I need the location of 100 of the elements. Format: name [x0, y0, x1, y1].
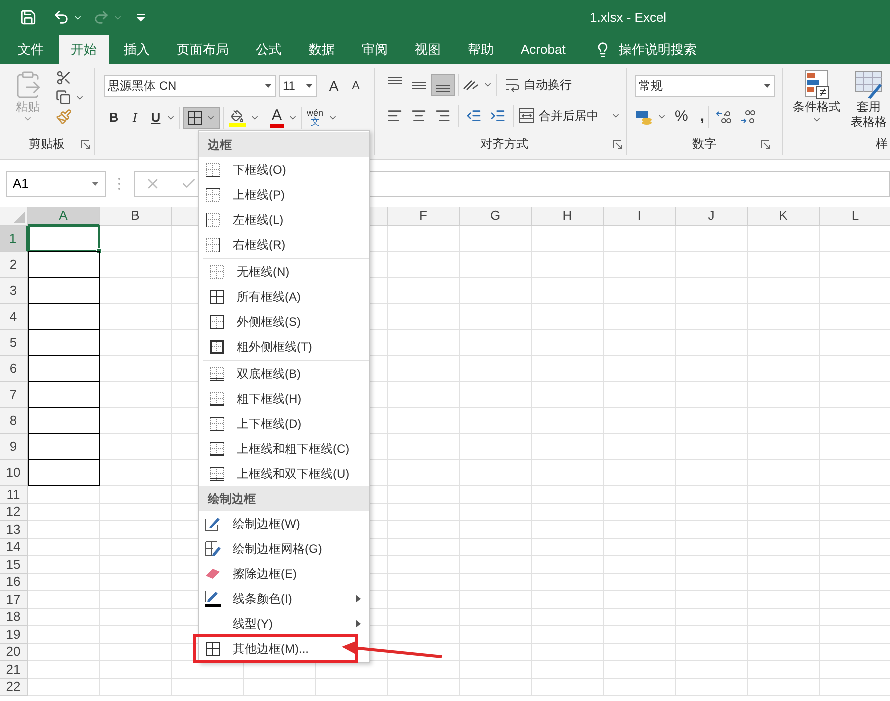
menu-item[interactable]: 绘制边框(W)	[199, 511, 369, 536]
grow-font-button[interactable]: A	[324, 76, 344, 96]
row-header[interactable]: 4	[0, 304, 28, 330]
row-header[interactable]: 20	[0, 644, 28, 661]
ribbon-tab[interactable]: 插入	[112, 35, 162, 64]
table-cell[interactable]	[28, 329, 100, 356]
align-center-icon[interactable]	[411, 108, 427, 124]
menu-item[interactable]: 上框线和双下框线(U)	[203, 461, 369, 486]
align-right-icon[interactable]	[435, 108, 451, 124]
column-header[interactable]: B	[100, 207, 172, 226]
column-header[interactable]: K	[748, 207, 820, 226]
percent-button[interactable]: %	[675, 106, 688, 128]
table-cell[interactable]	[28, 225, 100, 252]
row-header[interactable]: 9	[0, 434, 28, 460]
menu-item[interactable]: 左框线(L)	[199, 207, 369, 232]
phonetic-button[interactable]: wén 文	[307, 109, 324, 127]
menu-item[interactable]: 绘制边框网格(G)	[199, 536, 369, 561]
borders-button[interactable]	[183, 107, 220, 129]
increase-indent-icon[interactable]	[490, 108, 506, 124]
row-header[interactable]: 15	[0, 556, 28, 574]
table-cell[interactable]	[28, 459, 100, 486]
menu-item[interactable]: 上框线和粗下框线(C)	[203, 436, 369, 461]
select-all-corner-icon[interactable]	[14, 212, 25, 223]
decrease-decimal-icon[interactable]	[740, 109, 756, 125]
scissors-icon[interactable]	[56, 70, 72, 86]
column-header[interactable]: F	[388, 207, 460, 226]
row-header[interactable]: 14	[0, 538, 28, 556]
column-header[interactable]: H	[532, 207, 604, 226]
row-header[interactable]: 6	[0, 356, 28, 382]
increase-decimal-icon[interactable]	[716, 109, 732, 125]
ribbon-tab[interactable]: 视图	[403, 35, 453, 64]
row-header[interactable]: 22	[0, 678, 28, 696]
copy-icon[interactable]	[56, 90, 71, 105]
drag-handle-icon[interactable]	[118, 176, 121, 190]
customize-toolbar-icon[interactable]	[137, 14, 145, 22]
ribbon-tab[interactable]: Acrobat	[509, 35, 578, 64]
menu-item[interactable]: 上框线(P)	[199, 182, 369, 207]
table-cell[interactable]	[28, 407, 100, 434]
shrink-font-button[interactable]: A	[347, 78, 365, 94]
font-size-select[interactable]: 11	[279, 75, 317, 97]
wrap-text-button[interactable]: 自动换行	[504, 76, 572, 94]
menu-item[interactable]: 线型(Y)	[199, 611, 369, 636]
column-header[interactable]: A	[28, 207, 100, 226]
row-header[interactable]: 16	[0, 574, 28, 591]
table-cell[interactable]	[28, 277, 100, 304]
tell-me-search[interactable]: 操作说明搜索	[594, 35, 697, 64]
menu-item[interactable]: 右框线(R)	[199, 232, 369, 257]
number-format-select[interactable]: 常规	[635, 75, 775, 97]
conditional-formatting-button[interactable]: 条件格式	[793, 70, 841, 125]
table-cell[interactable]	[28, 381, 100, 408]
ribbon-tab[interactable]: 帮助	[456, 35, 506, 64]
row-header[interactable]: 1	[0, 226, 28, 252]
decrease-indent-icon[interactable]	[466, 108, 482, 124]
comma-button[interactable]: ,	[700, 106, 705, 128]
menu-item[interactable]: 下框线(O)	[199, 157, 369, 182]
menu-item[interactable]: 粗外侧框线(T)	[203, 334, 369, 359]
menu-item[interactable]: 双底框线(B)	[203, 361, 369, 386]
fill-color-icon[interactable]	[229, 110, 246, 126]
menu-item[interactable]: 擦除边框(E)	[199, 561, 369, 586]
row-header[interactable]: 12	[0, 504, 28, 521]
merge-center-button[interactable]: 合并后居中	[519, 107, 621, 125]
dialog-launcher-icon[interactable]	[81, 140, 90, 149]
dialog-launcher-icon[interactable]	[761, 140, 770, 149]
ribbon-tab[interactable]: 页面布局	[165, 35, 241, 64]
row-header[interactable]: 21	[0, 661, 28, 678]
menu-item[interactable]: 所有框线(A)	[203, 284, 369, 309]
row-header[interactable]: 17	[0, 591, 28, 608]
row-header[interactable]: 2	[0, 252, 28, 278]
undo-icon[interactable]	[53, 9, 70, 26]
row-header[interactable]: 13	[0, 521, 28, 538]
ribbon-tab[interactable]: 审阅	[350, 35, 400, 64]
column-header[interactable]: L	[820, 207, 890, 226]
row-header[interactable]: 10	[0, 460, 28, 486]
format-as-table-button[interactable]: 套用 表格格	[851, 70, 887, 130]
row-header[interactable]: 19	[0, 626, 28, 644]
column-header[interactable]: G	[460, 207, 532, 226]
table-cell[interactable]	[28, 251, 100, 278]
row-header[interactable]: 18	[0, 608, 28, 626]
row-header[interactable]: 11	[0, 486, 28, 504]
ribbon-tab[interactable]: 文件	[6, 35, 56, 64]
redo-icon[interactable]	[93, 9, 110, 26]
row-header[interactable]: 7	[0, 382, 28, 408]
menu-item[interactable]: 无框线(N)	[203, 259, 369, 284]
menu-item[interactable]: 粗下框线(H)	[203, 386, 369, 411]
align-left-icon[interactable]	[387, 108, 403, 124]
row-header[interactable]: 3	[0, 278, 28, 304]
save-icon[interactable]	[20, 9, 37, 26]
ribbon-tab[interactable]: 开始	[59, 35, 109, 64]
row-header[interactable]: 5	[0, 330, 28, 356]
dialog-launcher-icon[interactable]	[613, 140, 622, 149]
underline-button[interactable]: U	[146, 108, 166, 128]
menu-item[interactable]: 上下框线(D)	[203, 411, 369, 436]
menu-item[interactable]: 线条颜色(I)	[199, 586, 369, 611]
bold-button[interactable]: B	[104, 108, 124, 128]
ribbon-tab[interactable]: 公式	[244, 35, 294, 64]
name-box[interactable]: A1	[6, 170, 106, 196]
ribbon-tab[interactable]: 数据	[297, 35, 347, 64]
table-cell[interactable]	[28, 355, 100, 382]
column-header[interactable]: J	[676, 207, 748, 226]
table-cell[interactable]	[28, 433, 100, 460]
